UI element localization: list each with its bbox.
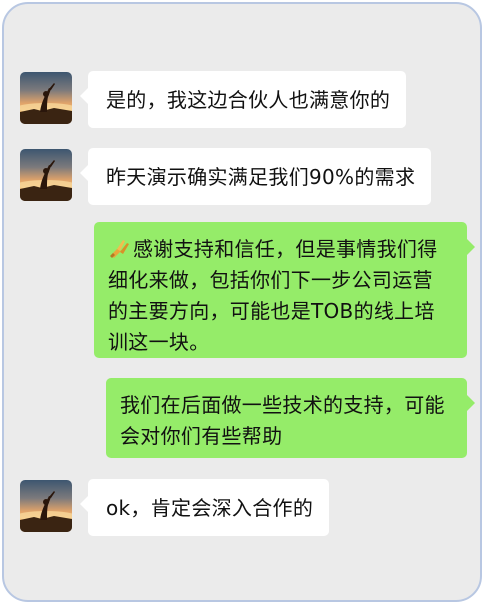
message-text: ok，肯定会深入合作的 — [106, 496, 314, 520]
chat-panel: 是的，我这边合伙人也满意你的 昨天演示确实满足我们90%的需求 感谢支持和信任，… — [2, 2, 482, 602]
message-text: 我们在后面做一些技术的支持，可能会对你们有些帮助 — [120, 393, 445, 448]
message-bubble[interactable]: 是的，我这边合伙人也满意你的 — [79, 71, 407, 128]
message-bubble[interactable]: 感谢支持和信任，但是事情我们得细化来做，包括你们下一步公司运营的主要方向，可能也… — [94, 222, 475, 358]
contact-avatar[interactable] — [20, 72, 72, 124]
contact-avatar[interactable] — [20, 149, 72, 201]
message-bubble[interactable]: 昨天演示确实满足我们90%的需求 — [79, 148, 432, 205]
message-text: 感谢支持和信任，但是事情我们得细化来做，包括你们下一步公司运营的主要方向，可能也… — [108, 237, 438, 354]
message-text: 是的，我这边合伙人也满意你的 — [106, 88, 391, 112]
contact-avatar[interactable] — [20, 480, 72, 532]
message-text: 昨天演示确实满足我们90%的需求 — [106, 165, 416, 189]
message-bubble[interactable]: ok，肯定会深入合作的 — [79, 479, 330, 536]
message-bubble[interactable]: 我们在后面做一些技术的支持，可能会对你们有些帮助 — [106, 378, 475, 458]
folded-hands-icon — [108, 236, 132, 260]
